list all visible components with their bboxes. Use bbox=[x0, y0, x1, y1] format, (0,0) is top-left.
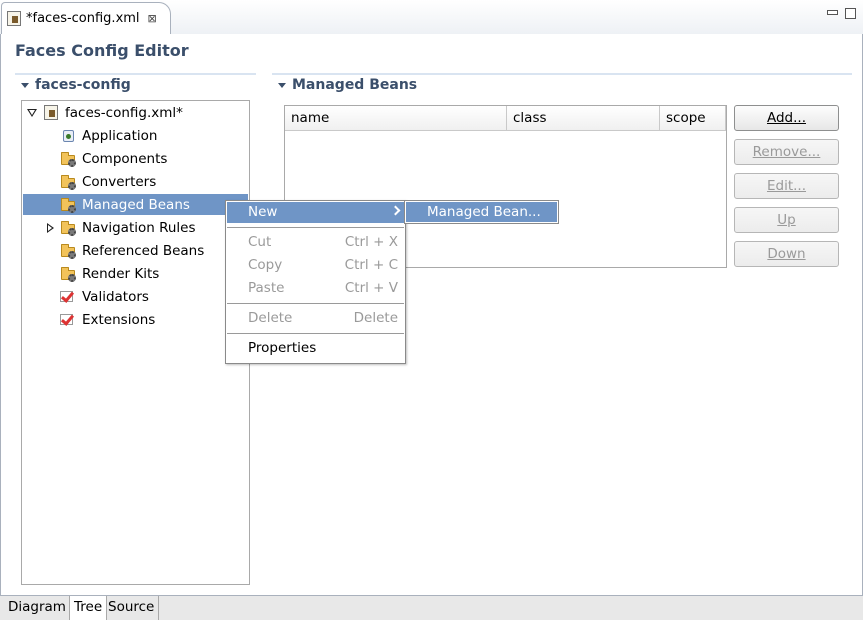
up-button[interactable]: Up bbox=[734, 207, 839, 233]
menu-item-copy[interactable]: Copy Ctrl + C bbox=[227, 255, 404, 276]
tab-diagram[interactable]: Diagram bbox=[4, 596, 71, 620]
collapse-icon[interactable] bbox=[21, 82, 29, 88]
menu-separator bbox=[227, 227, 404, 228]
tab-source[interactable]: Source bbox=[104, 596, 160, 620]
menu-item-managed-bean[interactable]: Managed Bean... bbox=[406, 202, 557, 222]
tree-item-extensions[interactable]: Extensions bbox=[60, 309, 158, 330]
menu-item-paste-shortcut: Ctrl + V bbox=[344, 280, 398, 296]
submenu-arrow-icon bbox=[390, 205, 401, 216]
column-header-scope[interactable]: scope bbox=[660, 106, 726, 131]
tree-root[interactable]: faces-config.xml* bbox=[26, 102, 186, 123]
managed-beans-section-header[interactable]: Managed Beans bbox=[272, 73, 852, 95]
page-title: Faces Config Editor bbox=[15, 41, 189, 60]
editor-tab-title: *faces-config.xml bbox=[26, 11, 140, 26]
tree-item-converters[interactable]: Converters bbox=[60, 171, 159, 192]
menu-item-new-label: New bbox=[248, 204, 278, 220]
tree-item-label: Application bbox=[82, 127, 158, 144]
new-submenu: Managed Bean... bbox=[404, 200, 559, 224]
tree-item-label: Converters bbox=[82, 173, 157, 190]
menu-item-properties-label: Properties bbox=[248, 340, 317, 356]
minimize-icon[interactable] bbox=[827, 10, 838, 15]
tree-item-managed-beans[interactable]: Managed Beans bbox=[23, 194, 248, 215]
faces-config-section-title: faces-config bbox=[35, 77, 131, 93]
menu-item-cut-shortcut: Ctrl + X bbox=[344, 234, 398, 250]
tree-item-referenced-beans[interactable]: Referenced Beans bbox=[60, 240, 207, 261]
faces-config-section-header[interactable]: faces-config bbox=[15, 73, 256, 95]
tree-item-validators[interactable]: Validators bbox=[60, 286, 152, 307]
tab-tree[interactable]: Tree bbox=[69, 596, 108, 620]
expanded-icon[interactable] bbox=[26, 107, 38, 119]
column-header-name[interactable]: name bbox=[285, 106, 507, 131]
menu-item-delete-label: Delete bbox=[248, 310, 293, 326]
menu-item-paste[interactable]: Paste Ctrl + V bbox=[227, 278, 404, 299]
menu-item-cut-label: Cut bbox=[248, 234, 272, 250]
folder-gear-icon bbox=[60, 197, 76, 213]
tree-item-navigation-rules[interactable]: Navigation Rules bbox=[44, 217, 199, 238]
tree-item-label: Managed Beans bbox=[82, 196, 190, 213]
editor-tab-strip: *faces-config.xml ⊠ bbox=[0, 0, 863, 34]
menu-item-delete[interactable]: Delete Delete bbox=[227, 308, 404, 329]
tree-item-label: Navigation Rules bbox=[82, 219, 196, 236]
tree-item-application[interactable]: Application bbox=[60, 125, 160, 146]
editor-tab-faces-config[interactable]: *faces-config.xml ⊠ bbox=[1, 2, 171, 34]
collapse-icon[interactable] bbox=[278, 82, 286, 88]
xml-file-icon bbox=[43, 104, 59, 121]
application-icon bbox=[60, 128, 76, 144]
tree-item-label: Referenced Beans bbox=[82, 242, 205, 259]
tree-item-components[interactable]: Components bbox=[60, 148, 170, 169]
folder-gear-icon bbox=[60, 266, 76, 282]
down-button[interactable]: Down bbox=[734, 241, 839, 267]
maximize-icon[interactable] bbox=[845, 8, 856, 19]
folder-gear-icon bbox=[60, 174, 76, 190]
tree-item-label: Validators bbox=[82, 288, 149, 305]
menu-item-properties[interactable]: Properties bbox=[227, 338, 404, 359]
folder-gear-icon bbox=[60, 151, 76, 167]
menu-separator bbox=[227, 333, 404, 334]
folder-gear-icon bbox=[60, 243, 76, 259]
menu-item-cut[interactable]: Cut Ctrl + X bbox=[227, 232, 404, 253]
tree-root-label: faces-config.xml* bbox=[65, 104, 183, 121]
tree-item-label: Extensions bbox=[82, 311, 156, 328]
checkmark-icon bbox=[60, 312, 76, 328]
menu-item-new[interactable]: New bbox=[227, 202, 404, 223]
menu-item-copy-shortcut: Ctrl + C bbox=[344, 257, 398, 273]
menu-separator bbox=[227, 303, 404, 304]
tree-item-render-kits[interactable]: Render Kits bbox=[60, 263, 162, 284]
xml-file-icon bbox=[6, 10, 22, 27]
faces-config-tree[interactable]: faces-config.xml* Application Components… bbox=[21, 100, 250, 585]
menu-item-copy-label: Copy bbox=[248, 257, 283, 273]
checkmark-icon bbox=[60, 289, 76, 305]
tree-item-label: Components bbox=[82, 150, 168, 167]
editor-page-tabs: Diagram Tree Source bbox=[0, 595, 863, 620]
faces-config-editor: Faces Config Editor faces-config Managed… bbox=[0, 34, 863, 595]
collapsed-icon[interactable] bbox=[44, 222, 56, 234]
menu-item-paste-label: Paste bbox=[248, 280, 285, 296]
add-button[interactable]: Add... bbox=[734, 105, 839, 131]
column-header-class[interactable]: class bbox=[507, 106, 660, 131]
context-menu: New Cut Ctrl + X Copy Ctrl + C Paste Ctr… bbox=[225, 200, 406, 364]
remove-button[interactable]: Remove... bbox=[734, 139, 839, 165]
folder-gear-icon bbox=[60, 220, 76, 236]
edit-button[interactable]: Edit... bbox=[734, 173, 839, 199]
tree-item-label: Render Kits bbox=[82, 265, 160, 282]
managed-beans-section-title: Managed Beans bbox=[292, 77, 418, 93]
menu-item-delete-shortcut: Delete bbox=[353, 310, 398, 326]
table-header: name class scope bbox=[285, 106, 726, 131]
close-icon[interactable]: ⊠ bbox=[148, 12, 157, 25]
